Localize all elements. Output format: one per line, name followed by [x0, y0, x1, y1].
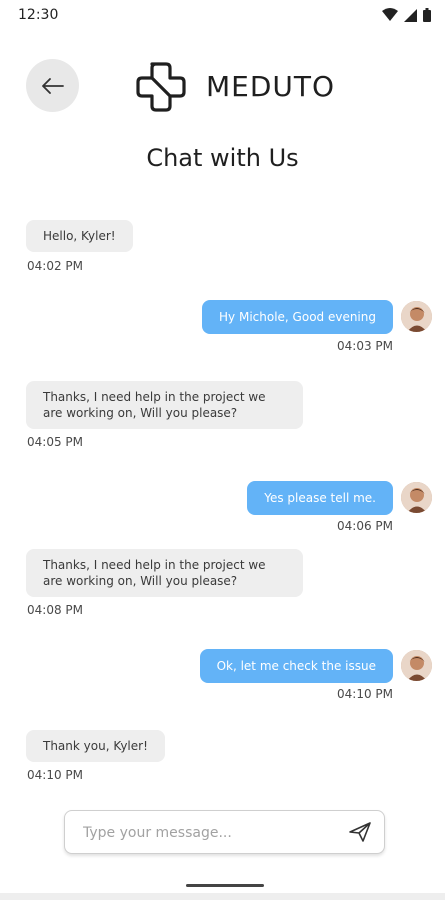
message-time: 04:06 PM: [337, 519, 393, 533]
avatar: [401, 650, 432, 681]
wifi-icon: [382, 8, 398, 21]
message-outgoing: Yes please tell me.: [247, 481, 393, 515]
back-button[interactable]: [26, 59, 79, 112]
message-text: Hy Michole, Good evening: [219, 310, 376, 324]
battery-icon: [423, 8, 431, 22]
status-bar: 12:30: [0, 0, 445, 32]
message-incoming: Hello, Kyler!: [26, 220, 133, 252]
message-incoming: Thanks, I need help in the project we ar…: [26, 381, 303, 429]
message-time: 04:10 PM: [27, 768, 83, 782]
message-outgoing: Hy Michole, Good evening: [202, 300, 393, 334]
message-text: Ok, let me check the issue: [216, 659, 376, 673]
message-composer: [64, 810, 385, 855]
message-time: 04:05 PM: [27, 435, 83, 449]
meduto-logo: [136, 62, 186, 112]
message-time: 04:02 PM: [27, 259, 83, 273]
arrow-left-icon: [41, 77, 64, 94]
message-text: Yes please tell me.: [264, 491, 376, 505]
message-time: 04:10 PM: [337, 687, 393, 701]
message-input[interactable]: [81, 811, 335, 855]
brand-name: MEDUTO: [206, 70, 336, 103]
status-time: 12:30: [18, 7, 59, 23]
signal-icon: [404, 8, 417, 22]
navigation-bar: [0, 893, 445, 900]
message-time: 04:03 PM: [337, 339, 393, 353]
message-time: 04:08 PM: [27, 603, 83, 617]
message-text: Thanks, I need help in the project we ar…: [43, 558, 266, 588]
home-indicator[interactable]: [186, 884, 264, 887]
message-outgoing: Ok, let me check the issue: [199, 649, 393, 683]
message-incoming: Thanks, I need help in the project we ar…: [26, 549, 303, 597]
message-incoming: Thank you, Kyler!: [26, 730, 165, 762]
page-title: Chat with Us: [146, 144, 299, 172]
message-text: Thank you, Kyler!: [43, 739, 148, 753]
status-icons: [382, 8, 431, 22]
message-text: Hello, Kyler!: [43, 229, 116, 243]
avatar: [401, 482, 432, 513]
send-icon[interactable]: [348, 821, 372, 843]
message-text: Thanks, I need help in the project we ar…: [43, 390, 266, 420]
avatar: [401, 301, 432, 332]
